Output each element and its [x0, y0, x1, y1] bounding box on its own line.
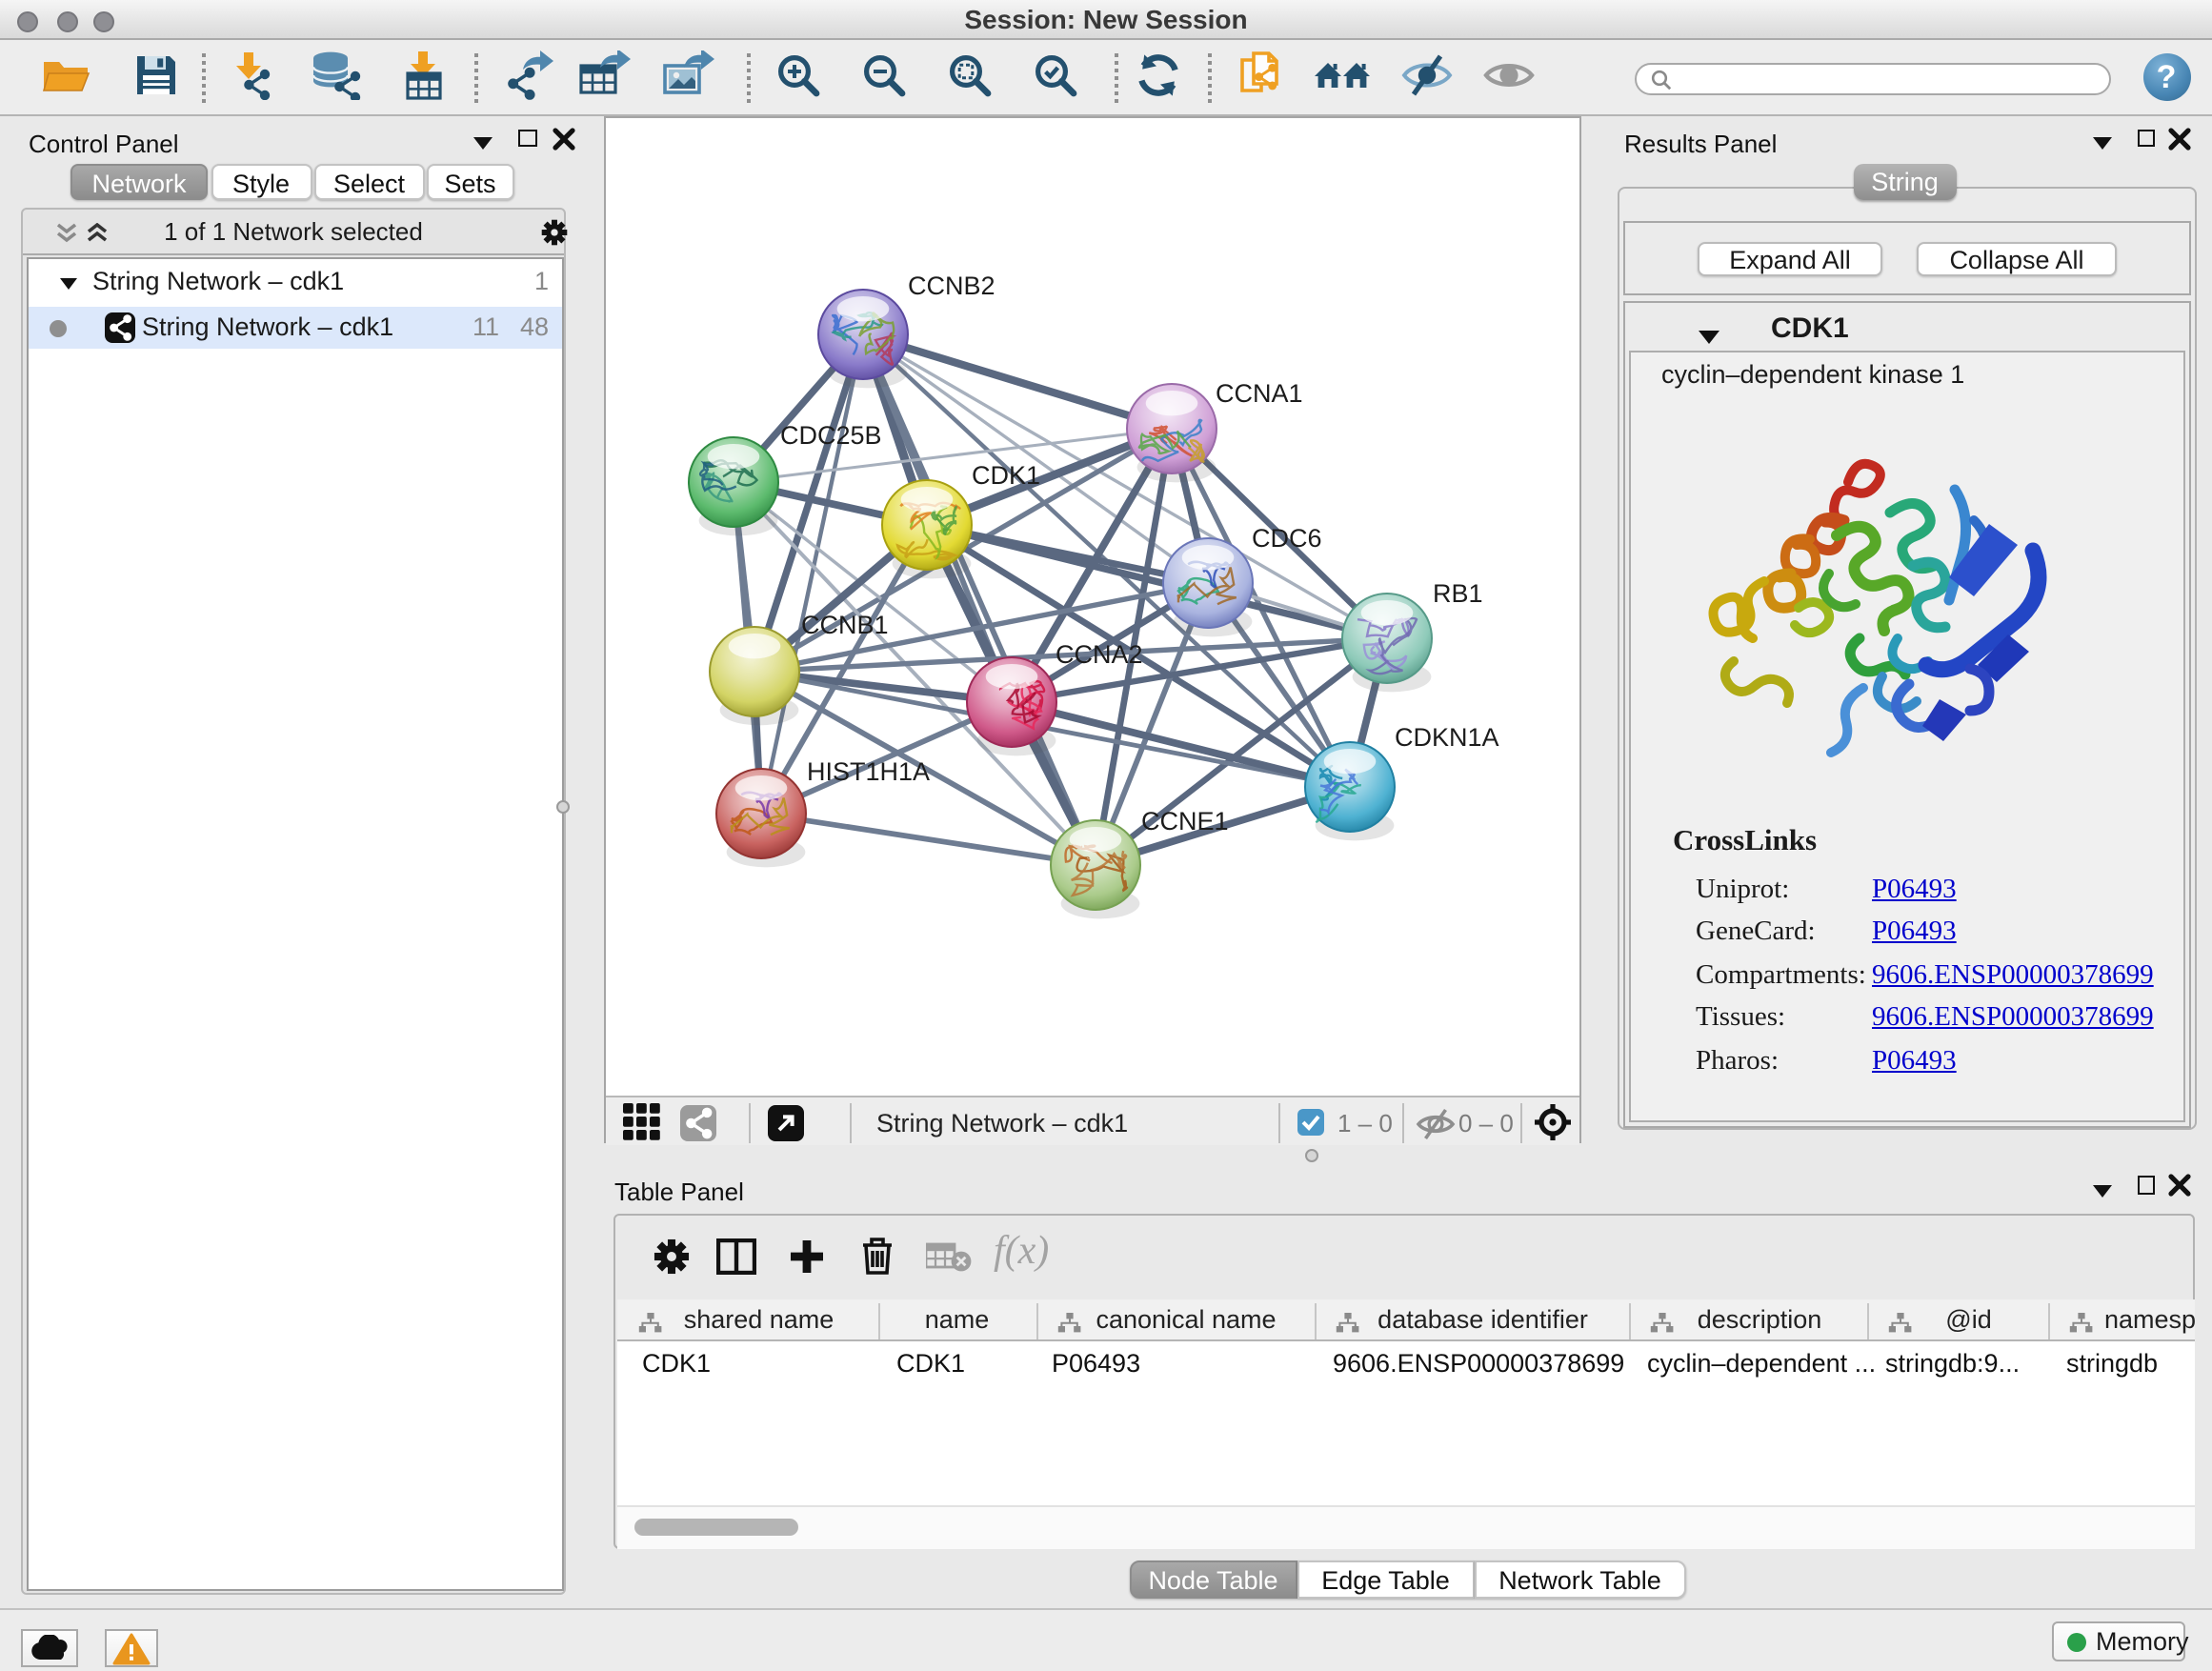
- svg-text:HIST1H1A: HIST1H1A: [806, 757, 929, 786]
- svg-text:CDKN1A: CDKN1A: [1394, 723, 1498, 752]
- svg-text:CDK1: CDK1: [971, 461, 1039, 490]
- svg-text:CDC6: CDC6: [1251, 524, 1321, 553]
- svg-text:CCNA1: CCNA1: [1215, 379, 1302, 408]
- svg-text:RB1: RB1: [1432, 579, 1482, 608]
- svg-text:CCNA2: CCNA2: [1055, 640, 1142, 669]
- svg-text:CCNE1: CCNE1: [1140, 807, 1228, 836]
- svg-text:CCNB1: CCNB1: [800, 611, 888, 639]
- svg-text:CCNB2: CCNB2: [907, 272, 995, 300]
- svg-text:CDC25B: CDC25B: [779, 421, 881, 450]
